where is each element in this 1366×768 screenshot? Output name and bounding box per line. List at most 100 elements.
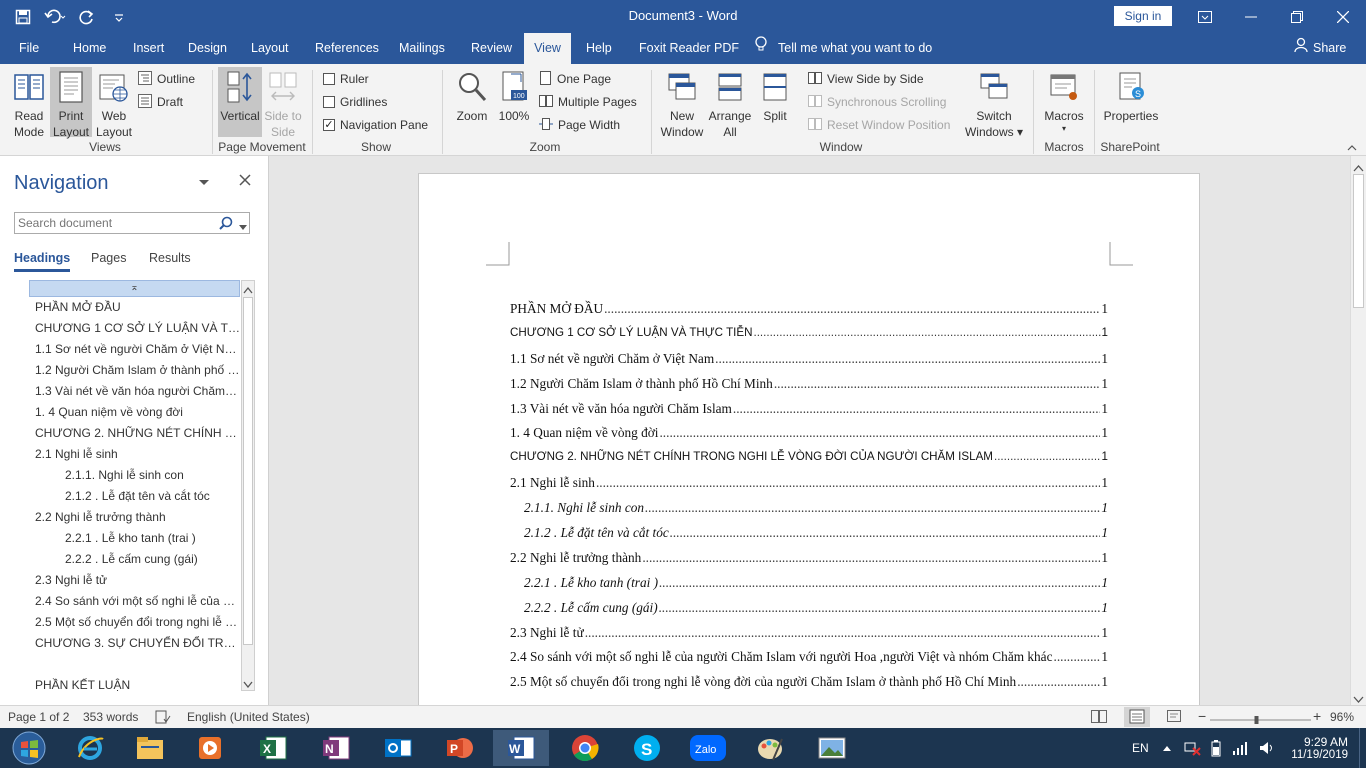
pane-options-icon[interactable] bbox=[198, 176, 210, 190]
outlook-icon[interactable] bbox=[370, 730, 426, 766]
customize-qat-icon[interactable] bbox=[106, 4, 132, 30]
heading-item[interactable]: PHẦN MỞ ĐẦU bbox=[29, 297, 240, 318]
scroll-thumb[interactable] bbox=[1353, 174, 1364, 308]
document-page[interactable]: PHẦN MỞ ĐẦU1CHƯƠNG 1 CƠ SỞ LÝ LUẬN VÀ TH… bbox=[418, 173, 1200, 705]
internet-explorer-icon[interactable] bbox=[62, 730, 118, 766]
search-document-input[interactable] bbox=[15, 213, 205, 233]
synchronous-scrolling-button[interactable]: Synchronous Scrolling bbox=[808, 93, 946, 111]
start-button[interactable] bbox=[0, 730, 58, 766]
collapse-ribbon-icon[interactable] bbox=[1346, 142, 1358, 156]
zoom-100-button[interactable]: 100 100% bbox=[495, 67, 533, 124]
paint-icon[interactable] bbox=[742, 730, 798, 766]
volume-icon[interactable] bbox=[1258, 728, 1276, 768]
arrange-all-button[interactable]: Arrange All bbox=[707, 67, 753, 140]
read-mode-button[interactable]: Read Mode bbox=[8, 67, 50, 140]
restore-icon[interactable] bbox=[1274, 0, 1320, 33]
tell-me-search[interactable]: Tell me what you want to do bbox=[754, 33, 932, 64]
ribbon-display-options-icon[interactable] bbox=[1182, 0, 1228, 33]
tab-help[interactable]: Help bbox=[577, 33, 621, 64]
toc-entry[interactable]: 2.3 Nghi lễ tử 1 bbox=[510, 625, 1108, 650]
ruler-checkbox[interactable]: Ruler bbox=[323, 70, 369, 88]
powerpoint-icon[interactable]: P bbox=[432, 730, 488, 766]
scroll-thumb[interactable] bbox=[243, 297, 253, 645]
heading-item[interactable]: 2.2.1 . Lễ kho tanh (trai ) bbox=[29, 528, 240, 549]
network-error-icon[interactable] bbox=[1184, 728, 1202, 768]
collapse-all-bar[interactable]: ⌅ bbox=[29, 280, 240, 297]
heading-item[interactable]: 1.3 Vài nét về văn hóa người Chăm Islam bbox=[29, 381, 240, 402]
vertical-button[interactable]: Vertical bbox=[218, 67, 262, 137]
page-width-button[interactable]: Page Width bbox=[539, 116, 620, 134]
word-icon[interactable]: W bbox=[493, 730, 549, 766]
properties-button[interactable]: S Properties bbox=[1100, 67, 1162, 124]
multiple-pages-button[interactable]: Multiple Pages bbox=[539, 93, 637, 111]
toc-entry[interactable]: CHƯƠNG 1 CƠ SỞ LÝ LUẬN VÀ THỰC TIỄN 1 bbox=[510, 326, 1108, 351]
document-scrollbar[interactable] bbox=[1350, 156, 1366, 705]
heading-item[interactable]: CHƯƠNG 1 CƠ SỞ LÝ LUẬN VÀ THỰC TIỄN bbox=[29, 318, 240, 339]
toc-entry[interactable]: 2.1 Nghi lễ sinh 1 bbox=[510, 475, 1108, 500]
toc-entry[interactable]: 2.2.1 . Lễ kho tanh (trai ) 1 bbox=[510, 575, 1108, 600]
new-window-button[interactable]: New Window bbox=[658, 67, 706, 140]
toc-entry[interactable]: CHƯƠNG 2. NHỮNG NÉT CHÍNH TRONG NGHI LỄ … bbox=[510, 450, 1108, 475]
save-icon[interactable] bbox=[10, 4, 36, 30]
proofing-icon[interactable] bbox=[155, 710, 171, 727]
heading-item[interactable]: 1. 4 Quan niệm về vòng đời bbox=[29, 402, 240, 423]
split-button[interactable]: Split bbox=[756, 67, 794, 124]
toc-entry[interactable]: PHẦN MỞ ĐẦU 1 bbox=[510, 301, 1108, 326]
toc-entry[interactable]: 1.3 Vài nét về văn hóa người Chăm Islam 1 bbox=[510, 401, 1108, 426]
heading-item[interactable]: PHẦN KẾT LUẬN bbox=[29, 675, 240, 694]
toc-entry[interactable]: 2.4 So sánh với một số nghi lễ của người… bbox=[510, 649, 1108, 674]
minimize-icon[interactable] bbox=[1228, 0, 1274, 33]
search-icon[interactable] bbox=[219, 216, 233, 233]
tab-results[interactable]: Results bbox=[149, 251, 191, 265]
navigation-scrollbar[interactable] bbox=[241, 280, 255, 691]
media-player-icon[interactable] bbox=[182, 730, 238, 766]
toc-entry[interactable]: 2.1.1. Nghi lễ sinh con 1 bbox=[510, 500, 1108, 525]
draft-button[interactable]: Draft bbox=[138, 93, 183, 111]
skype-icon[interactable]: S bbox=[619, 730, 675, 766]
toc-entry[interactable]: 2.2.2 . Lễ cấm cung (gái) 1 bbox=[510, 600, 1108, 625]
zoom-slider[interactable] bbox=[1210, 713, 1311, 724]
reset-window-position-button[interactable]: Reset Window Position bbox=[808, 116, 950, 134]
toc-entry[interactable]: 2.1.2 . Lễ đặt tên và cắt tóc 1 bbox=[510, 525, 1108, 550]
side-to-side-button[interactable]: Side to Side bbox=[263, 67, 303, 140]
heading-item[interactable]: 2.1.2 . Lễ đặt tên và cắt tóc bbox=[29, 486, 240, 507]
tab-review[interactable]: Review bbox=[462, 33, 521, 64]
search-options-icon[interactable] bbox=[239, 220, 247, 234]
tab-references[interactable]: References bbox=[306, 33, 388, 64]
tab-design[interactable]: Design bbox=[179, 33, 236, 64]
tab-foxit-reader-pdf[interactable]: Foxit Reader PDF bbox=[630, 33, 748, 64]
battery-icon[interactable] bbox=[1210, 728, 1222, 768]
scroll-up-icon[interactable] bbox=[243, 283, 253, 297]
heading-item[interactable]: CHƯƠNG 2. NHỮNG NÉT CHÍNH TRONG NGHI LỄ … bbox=[29, 423, 240, 444]
close-icon[interactable] bbox=[1320, 0, 1366, 33]
zoom-button[interactable]: Zoom bbox=[452, 67, 492, 124]
toc-entry[interactable]: 1. 4 Quan niệm về vòng đời 1 bbox=[510, 425, 1108, 450]
toc-entry[interactable]: 1.1 Sơ nét về người Chăm ở Việt Nam 1 bbox=[510, 351, 1108, 376]
undo-icon[interactable] bbox=[42, 4, 68, 30]
show-desktop-button[interactable] bbox=[1359, 728, 1366, 768]
onenote-icon[interactable]: N bbox=[308, 730, 364, 766]
scroll-up-icon[interactable] bbox=[1353, 161, 1364, 175]
print-layout-view-icon[interactable] bbox=[1124, 707, 1150, 727]
heading-item[interactable]: 2.5 Một số chuyển đổi trong nghi lễ vòng… bbox=[29, 612, 240, 633]
tab-mailings[interactable]: Mailings bbox=[390, 33, 454, 64]
heading-item[interactable]: ◢2.2 Nghi lễ trưởng thành bbox=[29, 507, 240, 528]
heading-item[interactable]: 2.2.2 . Lễ cấm cung (gái) bbox=[29, 549, 240, 570]
outline-button[interactable]: Outline bbox=[138, 70, 195, 88]
gridlines-checkbox[interactable]: Gridlines bbox=[323, 93, 387, 111]
web-layout-view-icon[interactable] bbox=[1167, 710, 1183, 727]
excel-icon[interactable]: X bbox=[245, 730, 301, 766]
heading-item[interactable]: 2.4 So sánh với một số nghi lễ của người… bbox=[29, 591, 240, 612]
tab-pages[interactable]: Pages bbox=[91, 251, 126, 265]
toc-entry[interactable]: 2.5 Một số chuyển đổi trong nghi lễ vòng… bbox=[510, 674, 1108, 699]
zoom-in-button[interactable]: + bbox=[1313, 708, 1321, 724]
language-status[interactable]: English (United States) bbox=[187, 710, 310, 724]
heading-item[interactable]: CHƯƠNG 3. SỰ CHUYỂN ĐỔI TRONG NGHI LỄ bbox=[29, 633, 240, 654]
zoom-level[interactable]: 96% bbox=[1330, 710, 1354, 724]
heading-item[interactable]: 1.1 Sơ nét về người Chăm ở Việt Nam bbox=[29, 339, 240, 360]
heading-item[interactable]: 2.1.1. Nghi lễ sinh con bbox=[29, 465, 240, 486]
one-page-button[interactable]: One Page bbox=[539, 70, 611, 88]
photo-viewer-icon[interactable] bbox=[804, 730, 860, 766]
scroll-down-icon[interactable] bbox=[1353, 692, 1364, 706]
tab-view[interactable]: View bbox=[524, 33, 571, 64]
